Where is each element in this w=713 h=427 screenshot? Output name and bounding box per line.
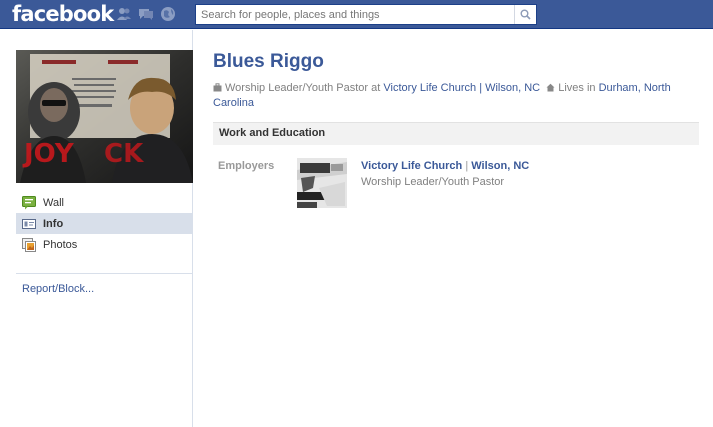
profile-nav: Wall Info Photos	[16, 192, 193, 255]
profile-name[interactable]: Blues Riggo	[213, 51, 324, 73]
home-icon	[546, 83, 555, 92]
employer-thumbnail[interactable]	[297, 158, 347, 208]
briefcase-icon	[213, 83, 222, 92]
search-icon	[520, 9, 531, 20]
svg-text:JOY: JOY	[22, 139, 75, 169]
employer-role: Worship Leader/Youth Pastor	[361, 176, 505, 188]
work-at: at	[371, 82, 381, 94]
photos-icon	[22, 237, 36, 252]
left-column: JOY CK Wall Info Photos Report/Block...	[0, 30, 193, 427]
profile-picture[interactable]: JOY CK	[16, 50, 193, 183]
profile-summary: Worship Leader/Youth Pastor at Victory L…	[213, 81, 693, 111]
friend-requests-icon[interactable]	[116, 6, 132, 22]
nav-item-photos[interactable]: Photos	[16, 234, 193, 255]
employer-link[interactable]: Victory Life Church	[361, 160, 462, 172]
employer-logo-image	[297, 158, 347, 208]
employer-name: Victory Life Church | Wilson, NC	[361, 160, 529, 172]
nav-item-wall[interactable]: Wall	[16, 192, 193, 213]
svg-text:CK: CK	[104, 139, 144, 169]
wall-icon	[22, 195, 36, 209]
profile-photo-image: JOY CK	[16, 50, 193, 183]
top-bar: facebook	[0, 0, 713, 29]
notification-jewels	[116, 6, 176, 22]
employer-separator: |	[465, 160, 469, 172]
nav-item-label: Wall	[43, 196, 64, 209]
sidebar-divider	[16, 273, 193, 274]
lives-in-label: Lives in	[558, 82, 596, 94]
nav-item-info[interactable]: Info	[16, 213, 193, 234]
nav-item-label: Photos	[43, 238, 78, 251]
facebook-logo[interactable]: facebook	[12, 1, 114, 27]
search-button[interactable]	[514, 5, 536, 24]
work-education-header: Work and Education	[213, 122, 699, 145]
search-box	[195, 4, 537, 25]
nav-item-label: Info	[43, 217, 64, 230]
info-icon	[22, 218, 36, 229]
employers-label: Employers	[218, 160, 275, 172]
report-block-link[interactable]: Report/Block...	[22, 283, 94, 295]
work-place-link[interactable]: Victory Life Church | Wilson, NC	[383, 82, 540, 94]
notifications-globe-icon[interactable]	[160, 6, 176, 22]
search-input[interactable]	[196, 5, 514, 24]
messages-icon[interactable]	[138, 6, 154, 22]
employer-location-link[interactable]: Wilson, NC	[471, 160, 529, 172]
work-role: Worship Leader/Youth Pastor	[225, 82, 369, 94]
